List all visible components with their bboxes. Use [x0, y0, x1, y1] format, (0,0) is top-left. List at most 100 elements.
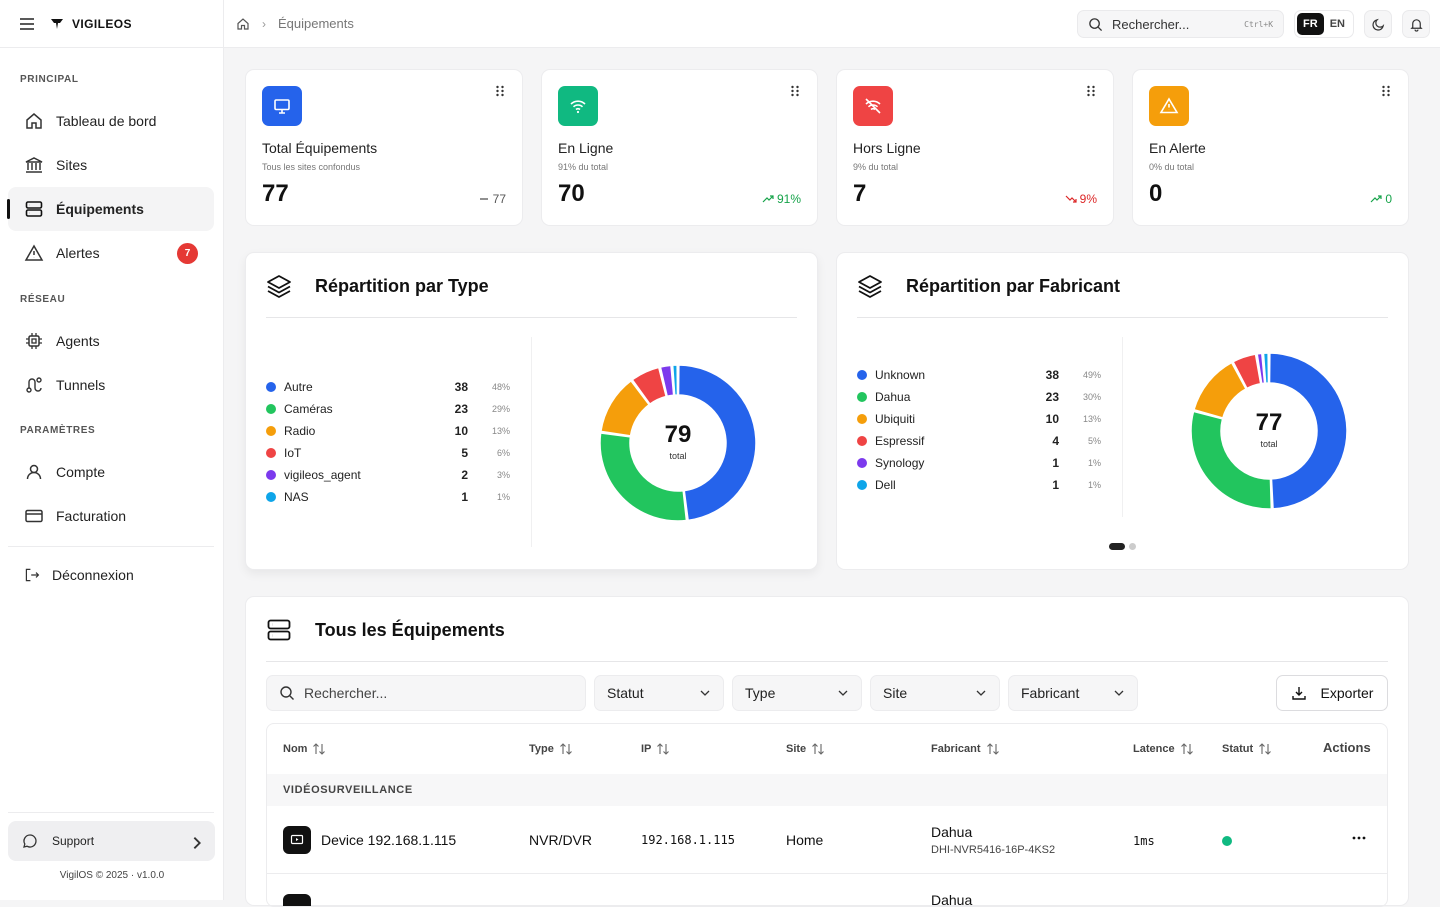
download-icon	[1291, 685, 1321, 701]
sidebar-item-sites[interactable]: Sites	[8, 143, 214, 187]
filter-label: Statut	[607, 685, 644, 701]
panel-divider	[857, 317, 1388, 318]
column-site[interactable]: Site	[786, 742, 825, 756]
legend-label: Espressif	[875, 434, 925, 448]
notifications-button[interactable]	[1402, 10, 1430, 38]
stat-trend: 91%	[762, 192, 801, 206]
filter-label: Site	[883, 685, 908, 701]
filter-site[interactable]: Site	[870, 675, 1000, 711]
export-label: Exporter	[1320, 685, 1374, 701]
column-label: Latence	[1133, 743, 1175, 755]
carousel-dot-active[interactable]	[1109, 543, 1125, 550]
legend-item: Caméras 23 29%	[266, 398, 510, 420]
column-nom[interactable]: Nom	[283, 742, 326, 756]
sort-icon	[651, 742, 670, 756]
donut-center: 77 total	[1219, 409, 1319, 449]
bell-icon	[1409, 17, 1424, 32]
sidebar-item-facturation[interactable]: Facturation	[8, 494, 214, 538]
wifi-off-icon	[853, 86, 893, 126]
language-switch[interactable]: FR EN	[1294, 10, 1354, 38]
stat-trend: 77	[478, 192, 506, 206]
home-icon[interactable]	[236, 17, 250, 31]
devices-panel: Tous les Équipements Rechercher... Statu…	[245, 596, 1409, 907]
legend-item: Espressif 4 5%	[857, 430, 1101, 452]
moon-icon	[1371, 17, 1386, 32]
drag-handle-icon[interactable]	[789, 84, 801, 98]
drag-handle-icon[interactable]	[1380, 84, 1392, 98]
alert-count-badge: 7	[177, 242, 198, 264]
logout-button[interactable]: Déconnexion	[8, 553, 214, 597]
device-name[interactable]: Device 192.168.1.115	[321, 832, 456, 848]
donut-center: 79 total	[628, 421, 728, 461]
legend-swatch	[266, 492, 276, 502]
drag-handle-icon[interactable]	[494, 84, 506, 98]
legend-label: Unknown	[875, 368, 926, 382]
section-principal: PRINCIPAL	[20, 74, 79, 85]
column-fabricant[interactable]: Fabricant	[931, 742, 1000, 756]
column-latence[interactable]: Latence	[1133, 742, 1194, 756]
sort-icon	[307, 742, 326, 756]
sidebar-item-alertes[interactable]: Alertes 7	[8, 231, 214, 275]
trend-down-icon	[1065, 193, 1077, 205]
legend-percent: 1%	[496, 492, 510, 502]
brand: VIGILEOS	[0, 0, 224, 48]
column-label: Type	[529, 743, 554, 755]
support-button[interactable]: Support	[8, 821, 215, 861]
row-actions-button[interactable]	[1347, 826, 1371, 850]
panel-title: Tous les Équipements	[266, 617, 505, 643]
device-search-input[interactable]: Rechercher...	[266, 675, 586, 711]
column-label: IP	[641, 743, 652, 755]
stat-trend-value: 0	[1385, 192, 1392, 206]
sidebar-item-compte[interactable]: Compte	[8, 450, 214, 494]
column-statut[interactable]: Statut	[1222, 742, 1272, 756]
legend-swatch	[266, 448, 276, 458]
trend-up-icon	[1370, 193, 1382, 205]
legend-label: IoT	[284, 446, 302, 460]
filter-type[interactable]: Type	[732, 675, 862, 711]
sidebar-divider	[8, 546, 214, 547]
filter-fabricant[interactable]: Fabricant	[1008, 675, 1138, 711]
column-ip[interactable]: IP	[641, 742, 670, 756]
legend-swatch	[857, 436, 867, 446]
global-search-input[interactable]: Rechercher... Ctrl+K	[1077, 10, 1285, 38]
legend-count: 10	[454, 424, 468, 438]
menu-icon[interactable]	[18, 15, 36, 33]
legend-count: 23	[454, 402, 468, 416]
sidebar-item-agents[interactable]: Agents	[8, 319, 214, 363]
export-button[interactable]: Exporter	[1276, 675, 1388, 711]
lang-fr[interactable]: FR	[1297, 13, 1324, 35]
carousel-pagination	[1109, 543, 1136, 550]
trend-flat-icon	[478, 193, 490, 205]
table-row[interactable]: Device 192.168.1.115 NVR/DVR 192.168.1.1…	[267, 806, 1387, 874]
legend-swatch	[857, 480, 867, 490]
sort-icon	[806, 742, 825, 756]
device-ip: 192.168.1.115	[641, 833, 735, 847]
search-placeholder: Rechercher...	[304, 685, 388, 701]
stat-trend: 0	[1370, 192, 1392, 206]
drag-handle-icon[interactable]	[1085, 84, 1097, 98]
legend-label: Caméras	[284, 402, 333, 416]
lang-en[interactable]: EN	[1324, 13, 1351, 35]
legend-percent: 1%	[1087, 458, 1101, 468]
devices-table: Nom Type IP Site Fabricant Latence Statu…	[266, 723, 1388, 907]
top-bar: VIGILEOS › Équipements Rechercher... Ctr…	[0, 0, 1440, 48]
carousel-dot[interactable]	[1129, 543, 1136, 550]
chevron-down-icon	[699, 687, 711, 699]
chart-legend: Autre 38 48% Caméras 23 29% Radio 10 13% IoT 5 6% vi…	[266, 376, 510, 508]
sidebar-item-equipements[interactable]: Équipements	[7, 187, 214, 231]
theme-toggle-button[interactable]	[1364, 10, 1392, 38]
legend-percent: 5%	[1087, 436, 1101, 446]
sidebar-item-dashboard[interactable]: Tableau de bord	[8, 99, 214, 143]
column-type[interactable]: Type	[529, 742, 573, 756]
sidebar-item-tunnels[interactable]: Tunnels	[8, 363, 214, 407]
layers-icon	[857, 273, 906, 299]
support-label: Support	[52, 834, 95, 848]
filter-statut[interactable]: Statut	[594, 675, 724, 711]
stat-trend-value: 91%	[776, 192, 801, 206]
column-actions: Actions	[1323, 740, 1371, 755]
legend-count: 38	[1045, 368, 1059, 382]
legend-item: IoT 5 6%	[266, 442, 510, 464]
legend-count: 1	[1052, 478, 1059, 492]
alert-icon	[24, 243, 56, 263]
table-row[interactable]: Dahua	[267, 874, 1387, 906]
